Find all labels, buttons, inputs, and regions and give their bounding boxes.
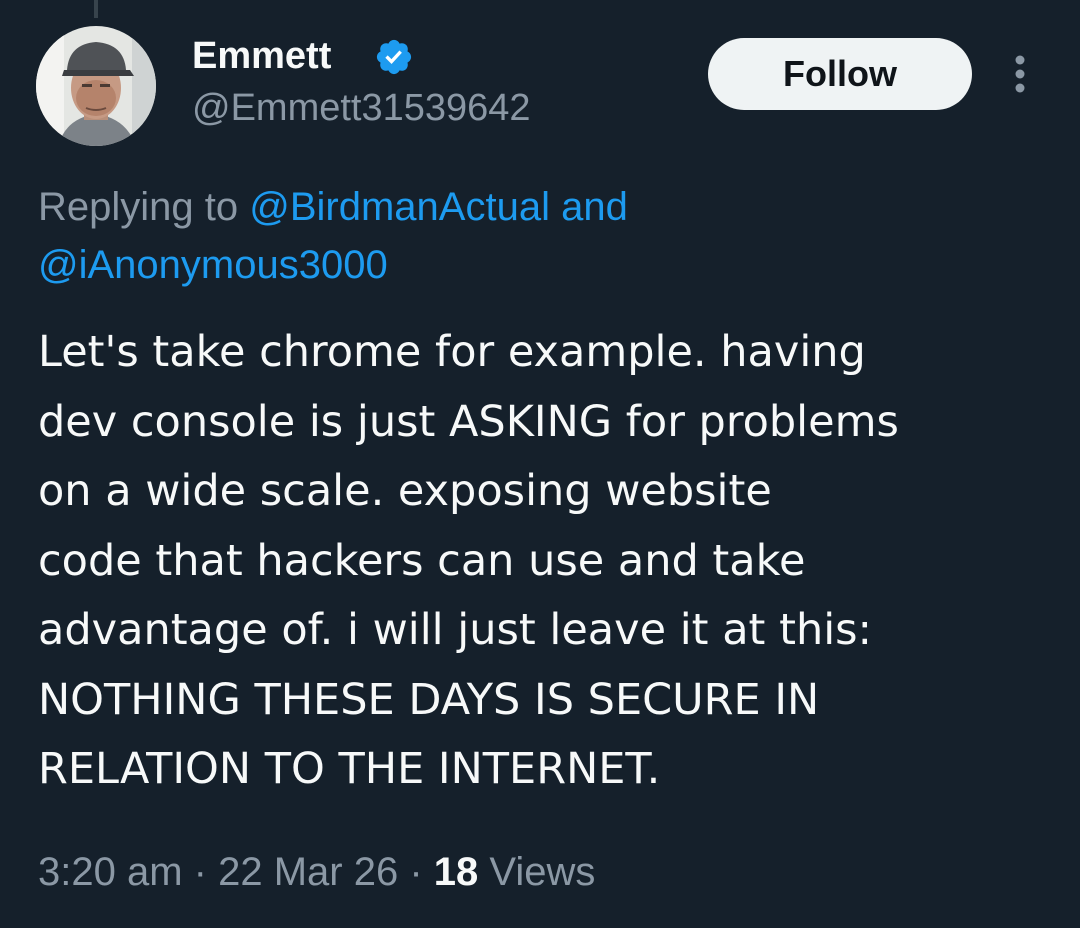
more-options-button[interactable] bbox=[1004, 50, 1036, 98]
tweet-line: on a wide scale. exposing website bbox=[38, 466, 772, 516]
tweet-line: code that hackers can use and take bbox=[38, 535, 806, 586]
handle[interactable]: @Emmett31539642 bbox=[192, 86, 531, 130]
tweet-text: Let's take chrome for example. having de… bbox=[38, 318, 1048, 805]
tweet-line: RELATION TO THE INTERNET. bbox=[38, 744, 661, 794]
tweet-meta: 3:20 am · 22 Mar 26 · 18 Views bbox=[38, 846, 595, 898]
meta-separator: · bbox=[409, 850, 423, 894]
replying-to: Replying to @BirdmanActual and @iAnonymo… bbox=[38, 178, 1038, 294]
views-label: Views bbox=[489, 850, 596, 894]
thread-connector-line bbox=[94, 0, 98, 18]
tweet-line: dev console is just ASKING for problems bbox=[38, 396, 899, 447]
mention-link[interactable]: @iAnonymous3000 bbox=[38, 243, 388, 287]
views-count: 18 bbox=[433, 850, 479, 894]
timestamp-date[interactable]: 22 Mar 26 bbox=[218, 850, 398, 894]
mention-link[interactable]: @BirdmanActual bbox=[249, 185, 550, 229]
tweet-line: Let's take chrome for example. having bbox=[38, 327, 866, 377]
meta-separator: · bbox=[193, 850, 207, 894]
display-name[interactable]: Emmett bbox=[192, 34, 331, 78]
follow-button[interactable]: Follow bbox=[708, 38, 972, 110]
replying-to-label: Replying to bbox=[38, 185, 239, 229]
mention-conjunction[interactable]: and bbox=[561, 185, 628, 229]
tweet-line: advantage of. i will just leave it at th… bbox=[38, 605, 873, 655]
more-vertical-icon bbox=[1015, 55, 1025, 93]
avatar[interactable] bbox=[36, 26, 156, 146]
timestamp-time[interactable]: 3:20 am bbox=[38, 850, 183, 894]
tweet-line: NOTHING THESE DAYS IS SECURE IN bbox=[38, 674, 820, 725]
verified-badge-icon bbox=[376, 39, 412, 75]
